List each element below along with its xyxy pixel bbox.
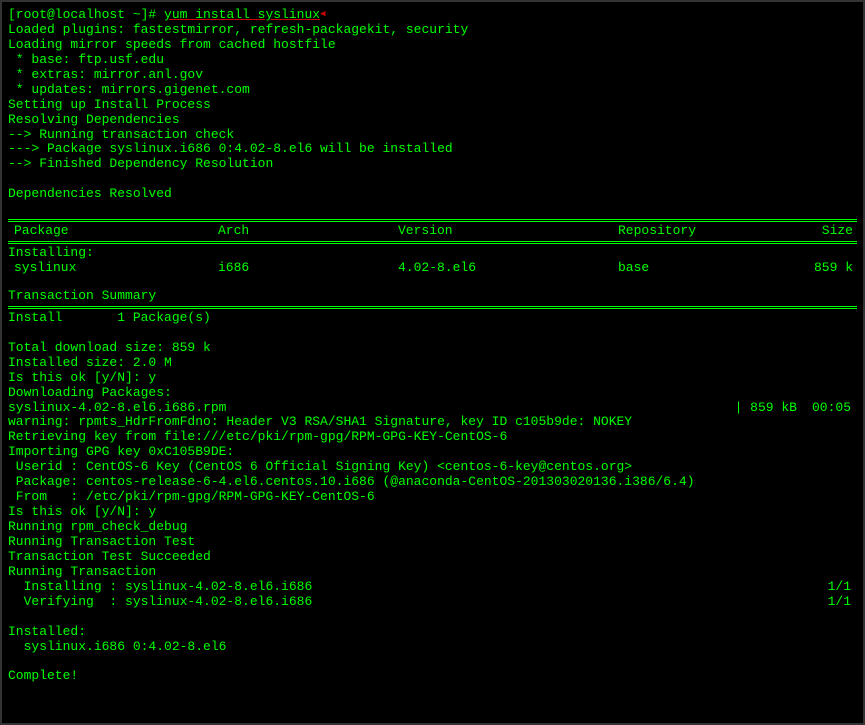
output-line: * base: ftp.usf.edu <box>8 53 857 68</box>
divider <box>8 306 857 309</box>
install-row: Installing : syslinux-4.02-8.el6.i6861/1 <box>8 580 857 595</box>
output-line: Package: centos-release-6-4.el6.centos.1… <box>8 475 857 490</box>
output-line: Total download size: 859 k <box>8 341 857 356</box>
output-line: Is this ok [y/N]: y <box>8 371 857 386</box>
divider <box>8 241 857 244</box>
header-size: Size <box>793 224 857 239</box>
output-line: --> Running transaction check <box>8 128 857 143</box>
install-label: Installing : syslinux-4.02-8.el6.i686 <box>8 580 828 595</box>
download-time: 00:05 <box>797 401 857 416</box>
output-line: From : /etc/pki/rpm-gpg/RPM-GPG-KEY-Cent… <box>8 490 857 505</box>
divider <box>8 219 857 222</box>
output-line <box>8 202 857 217</box>
terminal-window[interactable]: [root@localhost ~]# yum install syslinux… <box>8 8 857 684</box>
output-line: Importing GPG key 0xC105B9DE: <box>8 445 857 460</box>
output-line: Running rpm_check_debug <box>8 520 857 535</box>
output-line: Complete! <box>8 669 857 684</box>
download-file: syslinux-4.02-8.el6.i686.rpm <box>8 401 717 416</box>
cell-size: 859 k <box>793 261 857 276</box>
output-line: Dependencies Resolved <box>8 187 857 202</box>
output-line: * extras: mirror.anl.gov <box>8 68 857 83</box>
output-line: syslinux.i686 0:4.02-8.el6 <box>8 640 857 655</box>
header-package: Package <box>8 224 218 239</box>
install-label: Verifying : syslinux-4.02-8.el6.i686 <box>8 595 828 610</box>
output-block-postsummary: Total download size: 859 kInstalled size… <box>8 326 857 401</box>
cell-package: syslinux <box>8 261 218 276</box>
shell-prompt: [root@localhost ~]# <box>8 7 164 22</box>
output-line: Loading mirror speeds from cached hostfi… <box>8 38 857 53</box>
output-line: Downloading Packages: <box>8 386 857 401</box>
output-line: warning: rpmts_HdrFromFdno: Header V3 RS… <box>8 415 857 430</box>
output-block-postdownload: warning: rpmts_HdrFromFdno: Header V3 RS… <box>8 415 857 579</box>
header-repo: Repository <box>618 224 793 239</box>
output-line: Resolving Dependencies <box>8 113 857 128</box>
output-line: Running Transaction <box>8 565 857 580</box>
output-line: Userid : CentOS-6 Key (CentOS 6 Official… <box>8 460 857 475</box>
transaction-summary-label: Transaction Summary <box>8 289 857 304</box>
output-line: Loaded plugins: fastestmirror, refresh-p… <box>8 23 857 38</box>
table-header-row: Package Arch Version Repository Size <box>8 224 857 239</box>
output-block-pre: Loaded plugins: fastestmirror, refresh-p… <box>8 23 857 217</box>
install-summary: Install 1 Package(s) <box>8 311 857 326</box>
prompt-line: [root@localhost ~]# yum install syslinux… <box>8 8 857 23</box>
package-rows: syslinuxi6864.02-8.el6base859 k <box>8 261 857 276</box>
download-size: | 859 kB <box>717 401 797 416</box>
cell-arch: i686 <box>218 261 398 276</box>
output-line <box>8 172 857 187</box>
output-line: Retrieving key from file:///etc/pki/rpm-… <box>8 430 857 445</box>
output-line: Setting up Install Process <box>8 98 857 113</box>
output-line: Running Transaction Test <box>8 535 857 550</box>
installing-label: Installing: <box>8 246 857 261</box>
table-row: syslinuxi6864.02-8.el6base859 k <box>8 261 857 276</box>
output-line: ---> Package syslinux.i686 0:4.02-8.el6 … <box>8 142 857 157</box>
output-line <box>8 326 857 341</box>
output-line <box>8 610 857 625</box>
install-count: 1/1 <box>828 595 857 610</box>
output-line <box>8 654 857 669</box>
output-line: * updates: mirrors.gigenet.com <box>8 83 857 98</box>
cell-version: 4.02-8.el6 <box>398 261 618 276</box>
cell-repo: base <box>618 261 793 276</box>
output-line: --> Finished Dependency Resolution <box>8 157 857 172</box>
output-line: Installed: <box>8 625 857 640</box>
header-version: Version <box>398 224 618 239</box>
download-line: syslinux-4.02-8.el6.i686.rpm | 859 kB 00… <box>8 401 857 416</box>
header-arch: Arch <box>218 224 398 239</box>
arrow-icon: ◀ <box>320 9 325 19</box>
command-input: yum install syslinux <box>164 7 320 22</box>
install-row: Verifying : syslinux-4.02-8.el6.i6861/1 <box>8 595 857 610</box>
install-count: 1/1 <box>828 580 857 595</box>
output-block-final: Installed: syslinux.i686 0:4.02-8.el6 Co… <box>8 610 857 685</box>
install-progress-rows: Installing : syslinux-4.02-8.el6.i6861/1… <box>8 580 857 610</box>
output-line: Is this ok [y/N]: y <box>8 505 857 520</box>
output-line: Transaction Test Succeeded <box>8 550 857 565</box>
output-line: Installed size: 2.0 M <box>8 356 857 371</box>
